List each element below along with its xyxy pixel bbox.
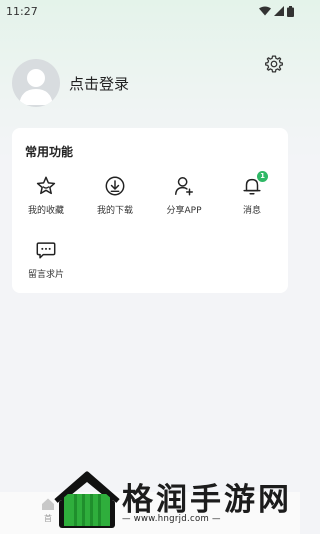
func-favorites[interactable]: 我的收藏 <box>16 174 76 220</box>
star-icon <box>34 174 58 198</box>
wifi-icon <box>259 6 271 16</box>
status-bar: 11:27 <box>0 0 300 22</box>
watermark: 格润手游网 — www.hngrjd.com — <box>50 462 300 534</box>
avatar[interactable] <box>12 59 60 107</box>
user-avatar-icon <box>19 69 53 105</box>
status-time: 11:27 <box>6 4 38 18</box>
func-label: 我的收藏 <box>27 206 64 216</box>
profile-login-row[interactable]: 点击登录 <box>12 58 129 108</box>
func-label: 留言求片 <box>27 270 64 280</box>
message-icon <box>34 238 58 262</box>
watermark-url: — www.hngrjd.com — <box>122 514 221 524</box>
func-share-app[interactable]: 分享APP <box>154 174 214 220</box>
func-messages[interactable]: 1 消息 <box>222 171 282 220</box>
settings-button[interactable] <box>262 52 286 76</box>
status-icons <box>259 5 294 17</box>
add-user-icon <box>172 174 196 198</box>
download-icon <box>103 174 127 198</box>
unread-badge: 1 <box>257 171 268 182</box>
card-title: 常用功能 <box>25 145 74 159</box>
common-functions-card: 常用功能 我的收藏 我的下载 分享APP 1 消息 留言求片 <box>12 128 288 293</box>
func-downloads[interactable]: 我的下载 <box>85 174 145 220</box>
func-label: 我的下载 <box>96 206 133 216</box>
watermark-title: 格润手游网 <box>122 482 292 518</box>
signal-icon <box>274 6 284 16</box>
watermark-logo-icon <box>54 471 120 528</box>
bell-icon: 1 <box>240 171 268 198</box>
gear-icon <box>265 55 283 73</box>
func-request-movie[interactable]: 留言求片 <box>16 238 76 284</box>
func-label: 消息 <box>242 206 261 216</box>
func-label: 分享APP <box>166 206 202 216</box>
battery-icon <box>287 5 294 17</box>
login-label[interactable]: 点击登录 <box>69 73 129 94</box>
